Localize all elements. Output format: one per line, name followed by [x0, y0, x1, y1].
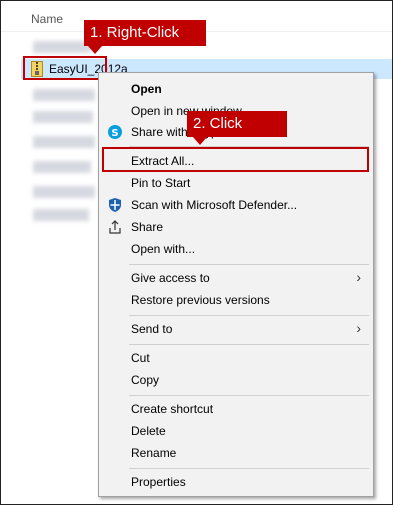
submenu-chevron-icon: ›	[356, 320, 361, 336]
menu-item-delete[interactable]: Delete	[99, 420, 373, 442]
blurred-file-row	[33, 136, 95, 148]
blurred-file-row	[33, 161, 91, 173]
skype-icon: S	[108, 125, 122, 139]
share-icon	[109, 220, 121, 234]
menu-item-label: Scan with Microsoft Defender...	[131, 198, 298, 212]
menu-item-label: Cut	[131, 351, 150, 365]
menu-item-properties[interactable]: Properties	[99, 471, 373, 493]
name-column-header[interactable]: Name	[31, 12, 63, 26]
menu-item-label: Send to	[131, 322, 173, 336]
menu-item-label: Properties	[131, 475, 186, 489]
menu-item-open[interactable]: Open	[99, 78, 373, 100]
menu-item-rename[interactable]: Rename	[99, 442, 373, 464]
blurred-file-row	[33, 186, 95, 198]
menu-item-label: Give access to	[131, 271, 210, 285]
extract-all-highlight-box	[102, 147, 369, 172]
blurred-file-row	[33, 111, 93, 123]
menu-item-label: Open	[131, 82, 162, 96]
menu-item-cut[interactable]: Cut	[99, 347, 373, 369]
menu-item-open-with[interactable]: Open with...	[99, 238, 373, 260]
step1-callout: 1. Right-Click	[84, 20, 206, 54]
menu-item-scan-defender[interactable]: Scan with Microsoft Defender...	[99, 194, 373, 216]
menu-separator	[129, 264, 369, 265]
menu-item-label: Share	[131, 220, 164, 234]
submenu-chevron-icon: ›	[356, 269, 361, 285]
svg-text:S: S	[111, 128, 118, 139]
menu-item-create-shortcut[interactable]: Create shortcut	[99, 398, 373, 420]
menu-item-pin-to-start[interactable]: Pin to Start	[99, 172, 373, 194]
menu-separator	[129, 315, 369, 316]
step2-callout: 2. Click	[187, 111, 287, 145]
menu-item-send-to[interactable]: Send to ›	[99, 318, 373, 340]
menu-separator	[129, 468, 369, 469]
menu-item-label: Restore previous versions	[131, 293, 270, 307]
menu-item-label: Rename	[131, 446, 177, 460]
menu-item-label: Create shortcut	[131, 402, 214, 416]
menu-item-give-access[interactable]: Give access to ›	[99, 267, 373, 289]
blurred-file-row	[33, 209, 89, 221]
menu-separator	[129, 395, 369, 396]
menu-item-restore-versions[interactable]: Restore previous versions	[99, 289, 373, 311]
right-click-highlight-box	[23, 56, 107, 80]
menu-item-label: Delete	[131, 424, 166, 438]
menu-item-label: Pin to Start	[131, 176, 191, 190]
menu-separator	[129, 344, 369, 345]
blurred-file-row	[33, 41, 91, 53]
menu-item-share[interactable]: Share	[99, 216, 373, 238]
menu-item-label: Open with...	[131, 242, 196, 256]
explorer-window: Name EasyUI_2012a Open Open in new windo…	[0, 0, 393, 505]
defender-shield-icon	[109, 198, 121, 212]
blurred-file-row	[33, 89, 95, 101]
menu-item-label: Copy	[131, 373, 160, 387]
menu-item-copy[interactable]: Copy	[99, 369, 373, 391]
